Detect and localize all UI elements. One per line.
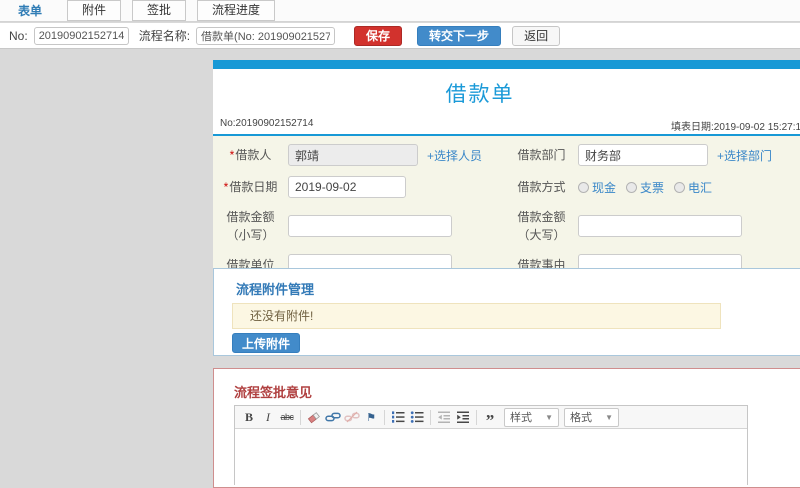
department-label: 借款部门: [517, 148, 566, 162]
indent-icon[interactable]: [454, 408, 472, 426]
radio-cheque[interactable]: 支票: [626, 179, 664, 196]
format-dropdown[interactable]: 格式 ▼: [564, 407, 619, 427]
tab-progress[interactable]: 流程进度: [197, 0, 276, 21]
amount-upper-input[interactable]: [578, 215, 742, 237]
chevron-down-icon: ▼: [545, 412, 553, 422]
no-attachments-alert: 还没有附件!: [232, 303, 721, 329]
radio-button-icon[interactable]: [578, 181, 589, 193]
required-marker: *: [229, 148, 235, 162]
department-input[interactable]: [578, 144, 708, 166]
select-person-link[interactable]: +选择人员: [427, 147, 482, 164]
save-button[interactable]: 保存: [354, 25, 403, 46]
chevron-down-icon: ▼: [605, 412, 613, 422]
loan-date-input[interactable]: [288, 176, 406, 198]
forward-next-step-button[interactable]: 转交下一步: [417, 25, 502, 46]
editor-toolbar: B I abc ⚑ ” 样式 ▼ 格式 ▼: [235, 406, 747, 430]
action-toolbar: No: 流程名称: 保存 转交下一步 返回: [0, 23, 800, 49]
approval-heading: 流程签批意见: [234, 385, 313, 400]
form-row-amounts: 借款金额（小写） 借款金额（大写）: [213, 203, 800, 249]
approval-panel: 流程签批意见 B I abc ⚑ ” 样式 ▼ 格式 ▼: [213, 368, 800, 488]
tab-approval[interactable]: 签批: [132, 0, 187, 21]
italic-icon[interactable]: I: [259, 408, 277, 426]
amount-lower-label: 借款金额（小写）: [226, 210, 275, 242]
no-input[interactable]: [33, 26, 129, 45]
radio-wire-transfer[interactable]: 电汇: [674, 179, 712, 196]
attachments-panel: 流程附件管理 还没有附件! 上传附件: [213, 268, 800, 356]
loan-form-panel: 借款单 No:20190902152714 填表日期:2019-09-02 15…: [213, 60, 800, 289]
numbered-list-icon[interactable]: [389, 408, 407, 426]
format-dropdown-label: 格式: [570, 412, 592, 424]
form-number: No:20190902152714: [220, 118, 314, 129]
editor-content-area[interactable]: [235, 429, 747, 485]
bulleted-list-icon[interactable]: [408, 408, 426, 426]
tab-form[interactable]: 表单: [4, 0, 56, 21]
payment-method-group: 现金 支票 电汇: [578, 179, 800, 196]
radio-button-icon[interactable]: [626, 181, 638, 193]
blockquote-icon[interactable]: ”: [481, 408, 499, 430]
approval-comment-editor: B I abc ⚑ ” 样式 ▼ 格式 ▼: [234, 405, 748, 485]
bold-icon[interactable]: B: [240, 408, 258, 426]
required-marker: *: [223, 180, 229, 194]
link-icon[interactable]: [324, 408, 342, 426]
radio-button-icon[interactable]: [674, 181, 686, 193]
outdent-icon[interactable]: [435, 408, 453, 426]
toolbar-separator: [300, 409, 301, 425]
unlink-icon[interactable]: [343, 408, 361, 426]
toolbar-separator: [476, 409, 477, 425]
remove-format-icon[interactable]: [305, 408, 323, 426]
form-title: 借款单: [445, 83, 515, 106]
tab-attachments[interactable]: 附件: [67, 0, 122, 21]
panel-top-bar: [213, 60, 800, 69]
amount-lower-input[interactable]: [288, 215, 452, 237]
borrower-label: 借款人: [235, 148, 272, 162]
toolbar-separator: [384, 409, 385, 425]
form-row-date-method: *借款日期 借款方式 现金 支票 电汇: [213, 171, 800, 203]
no-label: No:: [9, 28, 28, 43]
strikethrough-icon[interactable]: abc: [278, 408, 296, 426]
select-department-link[interactable]: +选择部门: [717, 147, 772, 164]
form-fill-date: 填表日期:2019-09-02 15:27:1: [671, 122, 800, 133]
radio-cash[interactable]: 现金: [578, 179, 616, 196]
anchor-flag-icon[interactable]: ⚑: [362, 408, 380, 426]
loan-form-fields: *借款人 +选择人员 借款部门 +选择部门 *借款日期 借款方式 现金 支票 电…: [213, 136, 800, 289]
tab-bar: 表单 附件 签批 流程进度: [0, 0, 800, 22]
borrower-input[interactable]: [288, 144, 418, 166]
style-dropdown-label: 样式: [510, 412, 532, 424]
payment-method-label: 借款方式: [517, 180, 566, 194]
process-name-label: 流程名称:: [138, 29, 191, 43]
style-dropdown[interactable]: 样式 ▼: [504, 407, 559, 427]
toolbar-separator: [430, 409, 431, 425]
process-name-input[interactable]: [196, 26, 336, 45]
loan-form-page: { "tabs": { "items": [ { "label": "表单" }…: [0, 0, 800, 488]
upload-attachment-button[interactable]: 上传附件: [232, 333, 301, 353]
amount-upper-label: 借款金额（大写）: [517, 210, 566, 242]
back-button[interactable]: 返回: [512, 25, 561, 46]
form-row-borrower: *借款人 +选择人员 借款部门 +选择部门: [213, 139, 800, 171]
loan-date-label: 借款日期: [229, 180, 278, 194]
attachments-heading: 流程附件管理: [236, 282, 315, 297]
